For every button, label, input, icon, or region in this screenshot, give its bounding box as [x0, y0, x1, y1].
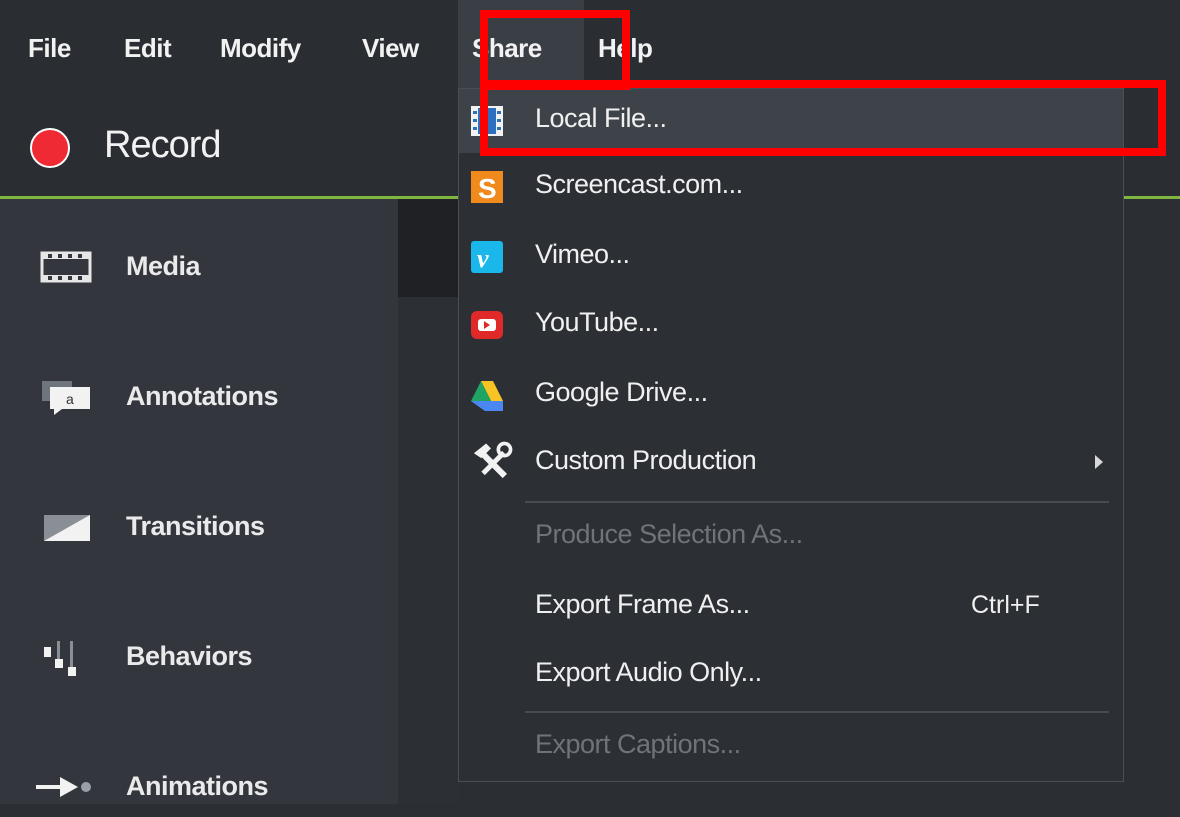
- menu-item-youtube[interactable]: YouTube...: [459, 293, 1123, 357]
- sidebar-item-label: Animations: [126, 771, 269, 801]
- sidebar: Media a Annotations Transitions Behavior…: [0, 199, 398, 804]
- menu-item-label: Google Drive...: [535, 377, 708, 407]
- svg-text:S: S: [478, 173, 497, 204]
- menu-separator: [525, 711, 1109, 713]
- sidebar-item-annotations[interactable]: a Annotations: [0, 367, 398, 427]
- record-icon[interactable]: [30, 128, 70, 168]
- sidebar-item-label: Media: [126, 251, 201, 281]
- menu-item-export-frame[interactable]: Export Frame As... Ctrl+F: [459, 575, 1123, 639]
- svg-text:a: a: [66, 391, 74, 407]
- svg-text:v: v: [477, 244, 489, 273]
- sidebar-item-animations[interactable]: Animations: [0, 757, 398, 817]
- menu-file[interactable]: File: [28, 0, 71, 88]
- youtube-icon: [471, 311, 503, 339]
- menu-item-export-captions: Export Captions...: [459, 715, 1123, 779]
- speech-bubble-icon: a: [42, 381, 90, 415]
- menu-item-label: Custom Production: [535, 445, 757, 475]
- submenu-arrow-icon: [1095, 455, 1103, 469]
- sidebar-item-label: Annotations: [126, 381, 278, 411]
- arrow-right-icon: [36, 777, 91, 797]
- menu-item-produce-selection: Produce Selection As...: [459, 505, 1123, 569]
- menu-item-label: Screencast.com...: [535, 169, 743, 199]
- tools-icon: [473, 441, 513, 479]
- sidebar-item-label: Behaviors: [126, 641, 253, 671]
- menu-view[interactable]: View: [362, 0, 419, 88]
- canvas-area: [398, 297, 460, 804]
- menu-item-label: Export Audio Only...: [535, 657, 762, 687]
- sidebar-item-behaviors[interactable]: Behaviors: [0, 627, 398, 687]
- film-strip-icon: [40, 251, 92, 283]
- menu-item-label: Export Frame As...: [535, 589, 750, 619]
- canvas-header: [398, 199, 460, 297]
- record-bar: Record: [0, 88, 460, 199]
- sidebar-item-transitions[interactable]: Transitions: [0, 497, 398, 557]
- menu-item-shortcut: Ctrl+F: [971, 591, 1040, 619]
- menu-edit[interactable]: Edit: [124, 0, 172, 88]
- sidebar-item-media[interactable]: Media: [0, 237, 398, 297]
- vimeo-icon: v: [471, 241, 503, 273]
- menu-modify[interactable]: Modify: [220, 0, 301, 88]
- menu-item-google-drive[interactable]: Google Drive...: [459, 363, 1123, 427]
- google-drive-icon: [471, 381, 503, 411]
- menu-item-vimeo[interactable]: v Vimeo...: [459, 225, 1123, 289]
- transition-icon: [44, 515, 90, 541]
- screencast-icon: S: [471, 171, 503, 204]
- menu-item-label: Export Captions...: [535, 729, 741, 759]
- highlight-box-local-file: [480, 80, 1166, 156]
- menu-item-label: Vimeo...: [535, 239, 630, 269]
- record-button-label[interactable]: Record: [104, 124, 221, 167]
- highlight-box-share-menu: [480, 10, 630, 90]
- menu-item-label: Produce Selection As...: [535, 519, 803, 549]
- menu-item-custom-production[interactable]: Custom Production: [459, 431, 1123, 495]
- menu-item-screencast[interactable]: S Screencast.com...: [459, 155, 1123, 219]
- menu-separator: [525, 501, 1109, 503]
- menu-item-label: YouTube...: [535, 307, 659, 337]
- sidebar-item-label: Transitions: [126, 511, 265, 541]
- menu-item-export-audio[interactable]: Export Audio Only...: [459, 643, 1123, 707]
- share-dropdown-menu: Local File... S Screencast.com... v Vime…: [458, 88, 1124, 782]
- behaviors-icon: [44, 641, 76, 676]
